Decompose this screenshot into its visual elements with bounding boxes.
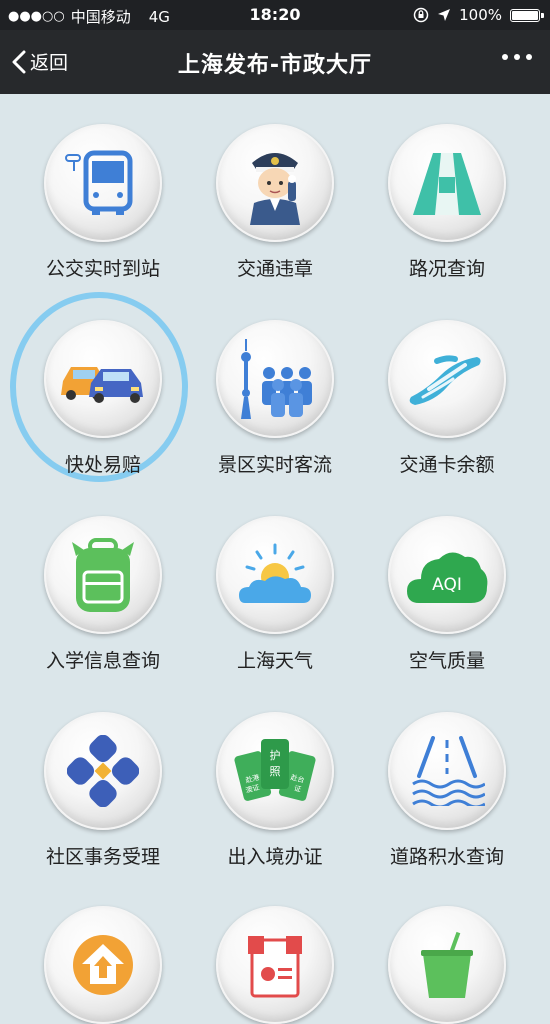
- tile-label: 公交实时到站: [45, 258, 160, 280]
- traffic-police-icon: [216, 124, 334, 242]
- transport-card-icon: [388, 320, 506, 438]
- crowd-tower-icon: [216, 320, 334, 438]
- navbar: 返回 上海发布-市政大厅: [0, 30, 550, 94]
- bus-icon: [44, 124, 162, 242]
- road-icon: [388, 124, 506, 242]
- location-arrow-icon: [438, 9, 451, 21]
- page-title: 上海发布-市政大厅: [177, 53, 373, 78]
- tile-label: 入学信息查询: [45, 650, 160, 672]
- svg-text:照: 照: [270, 765, 281, 778]
- backpack-icon: [44, 516, 162, 634]
- tile-label: 交通违章: [236, 258, 313, 280]
- tile-certificate[interactable]: [190, 906, 360, 1024]
- tile-enrollment[interactable]: 入学信息查询: [18, 516, 188, 673]
- tile-traffic-violation[interactable]: 交通违章: [190, 124, 360, 281]
- tile-weather[interactable]: 上海天气: [190, 516, 360, 673]
- road-water-icon: [388, 712, 506, 830]
- battery-icon: [510, 8, 544, 22]
- tile-drink[interactable]: [362, 906, 532, 1024]
- tile-label: 道路积水查询: [389, 846, 504, 868]
- svg-text:护: 护: [270, 748, 281, 762]
- tile-label: 出入境办证: [227, 846, 323, 868]
- tile-label: 上海天气: [236, 650, 313, 672]
- tile-label: 交通卡余额: [399, 454, 495, 476]
- tile-community[interactable]: 社区事务受理: [18, 712, 188, 869]
- battery-percent: 100%: [459, 6, 502, 24]
- tile-air-quality[interactable]: AQI 空气质量: [362, 516, 532, 673]
- svg-text:AQI: AQI: [432, 575, 462, 595]
- tile-label: 路况查询: [408, 258, 485, 280]
- service-grid: 公交实时到站 交通违章 路况查询 快处易赔 景区实时客流 交通卡余额 入学信息查…: [0, 94, 550, 1024]
- tile-road-water[interactable]: 道路积水查询: [362, 712, 532, 869]
- tile-quick-claim[interactable]: 快处易赔: [18, 320, 188, 477]
- tile-housing[interactable]: [18, 906, 188, 1024]
- tile-label: 社区事务受理: [45, 846, 160, 868]
- community-icon: [44, 712, 162, 830]
- tile-label: 景区实时客流: [217, 454, 332, 476]
- home-up-icon: [44, 906, 162, 1024]
- status-bar: ●●●○○ 中国移动 4G 18:20 100%: [0, 0, 550, 30]
- cars-icon: [44, 320, 162, 438]
- status-right: 100%: [413, 6, 544, 24]
- tile-exit-entry[interactable]: 护 照 赴港 澳证 赴台 证 出入境办证: [190, 712, 360, 869]
- tile-label: 空气质量: [408, 650, 485, 672]
- weather-icon: [216, 516, 334, 634]
- aqi-cloud-icon: AQI: [388, 516, 506, 634]
- tile-road-status[interactable]: 路况查询: [362, 124, 532, 281]
- more-dots-icon[interactable]: [502, 54, 532, 60]
- passport-cards-icon: 护 照 赴港 澳证 赴台 证: [216, 712, 334, 830]
- tile-label: 快处易赔: [64, 454, 141, 476]
- tile-transport-card[interactable]: 交通卡余额: [362, 320, 532, 477]
- rotation-lock-icon: [413, 7, 429, 23]
- drink-icon: [388, 906, 506, 1024]
- tile-scenic-flow[interactable]: 景区实时客流: [190, 320, 360, 477]
- certificate-icon: [216, 906, 334, 1024]
- tile-bus[interactable]: 公交实时到站: [18, 124, 188, 281]
